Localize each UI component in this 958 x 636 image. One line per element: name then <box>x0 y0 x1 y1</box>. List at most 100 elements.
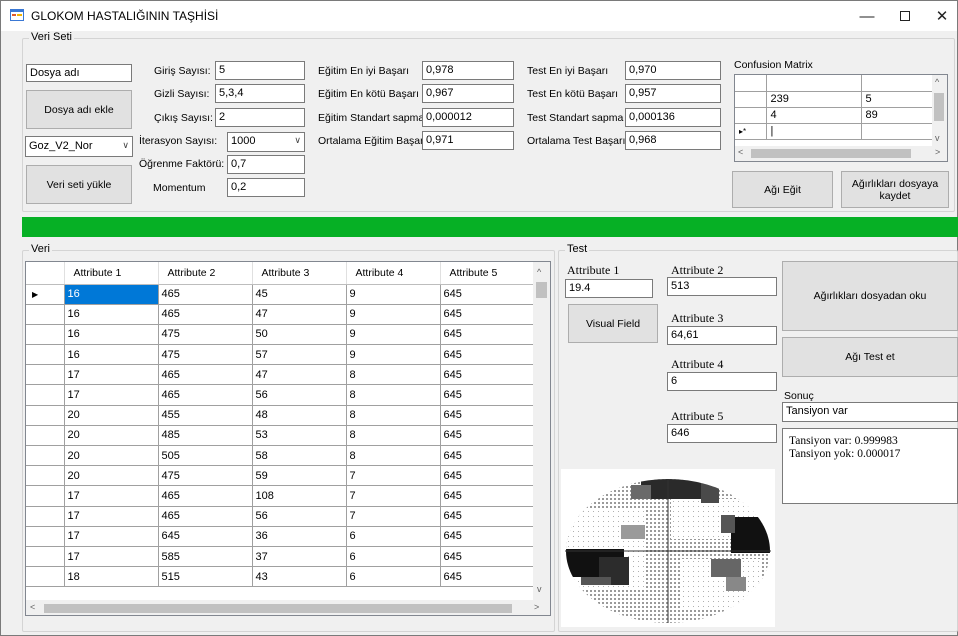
table-cell[interactable]: 9 <box>346 304 441 325</box>
table-cell[interactable]: 16 <box>64 344 159 366</box>
attr2-field[interactable]: 513 <box>667 277 777 296</box>
table-cell[interactable]: 475 <box>158 344 253 366</box>
column-header[interactable]: Attribute 2 <box>158 262 253 285</box>
table-cell[interactable]: 16 <box>64 284 159 305</box>
test-en-iyi-field[interactable]: 0,970 <box>625 61 721 80</box>
confusion-matrix-row[interactable] <box>735 75 935 92</box>
table-cell[interactable]: 20 <box>64 425 159 447</box>
close-button[interactable]: ✕ <box>925 1 958 31</box>
row-header[interactable] <box>26 546 65 568</box>
table-cell[interactable]: 17 <box>64 364 159 386</box>
table-row[interactable]: ▶ 16 465 45 9 645 <box>26 284 535 305</box>
dosya-adi-ekle-button[interactable]: Dosya adı ekle <box>26 90 132 129</box>
table-cell[interactable]: 50 <box>252 324 347 346</box>
row-header[interactable] <box>26 304 65 325</box>
table-cell[interactable]: 108 <box>252 485 347 507</box>
table-cell[interactable]: 8 <box>346 425 441 447</box>
table-cell[interactable]: 17 <box>64 384 159 406</box>
table-cell[interactable]: 56 <box>252 506 347 527</box>
confusion-matrix-row[interactable]: 239 5 <box>735 91 935 108</box>
confusion-matrix-row[interactable]: ▸* | <box>735 123 935 140</box>
confusion-cell[interactable]: 4 <box>766 107 862 124</box>
confusion-cell[interactable] <box>861 123 935 140</box>
table-cell[interactable]: 43 <box>252 566 347 588</box>
table-cell[interactable]: 59 <box>252 465 347 487</box>
table-cell[interactable]: 53 <box>252 425 347 447</box>
table-cell[interactable]: 465 <box>158 485 253 507</box>
gizli-field[interactable]: 5,3,4 <box>215 84 305 103</box>
row-header[interactable] <box>26 405 65 426</box>
table-row[interactable]: 20 485 53 8 645 <box>26 425 535 447</box>
table-cell[interactable]: 7 <box>346 506 441 527</box>
iterasyon-combo[interactable]: 1000 ∨ <box>227 132 305 152</box>
table-cell[interactable]: 645 <box>440 485 535 507</box>
table-cell[interactable]: 645 <box>440 324 535 346</box>
confusion-cell[interactable]: | <box>766 123 862 140</box>
attr5-field[interactable]: 646 <box>667 424 777 443</box>
agirliklari-kaydet-button[interactable]: Ağırlıkları dosyaya kaydet <box>841 171 949 208</box>
veri-seti-yukle-button[interactable]: Veri seti yükle <box>26 165 132 204</box>
table-cell[interactable]: 475 <box>158 324 253 346</box>
cikis-field[interactable]: 2 <box>215 108 305 127</box>
grid-vertical-thumb[interactable] <box>536 282 547 298</box>
table-cell[interactable]: 17 <box>64 485 159 507</box>
confusion-matrix-row[interactable]: 4 89 <box>735 107 935 124</box>
cm-horizontal-scrollbar[interactable]: < > <box>735 146 947 161</box>
agirliklari-oku-button[interactable]: Ağırlıkları dosyadan oku <box>782 261 958 331</box>
row-header[interactable] <box>26 364 65 386</box>
table-cell[interactable]: 47 <box>252 304 347 325</box>
table-cell[interactable]: 20 <box>64 405 159 426</box>
confusion-row-header[interactable] <box>735 107 767 124</box>
table-cell[interactable]: 57 <box>252 344 347 366</box>
table-cell[interactable]: 37 <box>252 546 347 568</box>
table-cell[interactable]: 645 <box>440 566 535 588</box>
table-row[interactable]: 16 475 50 9 645 <box>26 324 535 346</box>
table-cell[interactable]: 515 <box>158 566 253 588</box>
giris-field[interactable]: 5 <box>215 61 305 80</box>
row-header[interactable] <box>26 324 65 346</box>
agi-egit-button[interactable]: Ağı Eğit <box>732 171 833 208</box>
table-cell[interactable]: 6 <box>346 566 441 588</box>
table-cell[interactable]: 56 <box>252 384 347 406</box>
table-cell[interactable]: 6 <box>346 546 441 568</box>
agi-test-et-button[interactable]: Ağı Test et <box>782 337 958 377</box>
table-cell[interactable]: 645 <box>440 364 535 386</box>
row-header[interactable] <box>26 445 65 467</box>
row-header[interactable] <box>26 384 65 406</box>
table-cell[interactable]: 8 <box>346 364 441 386</box>
table-row[interactable]: 20 475 59 7 645 <box>26 465 535 487</box>
column-header[interactable]: Attribute 4 <box>346 262 441 285</box>
visual-field-button[interactable]: Visual Field <box>568 304 658 343</box>
table-cell[interactable]: 505 <box>158 445 253 467</box>
table-cell[interactable]: 58 <box>252 445 347 467</box>
table-cell[interactable]: 485 <box>158 425 253 447</box>
test-std-field[interactable]: 0,000136 <box>625 108 721 127</box>
table-cell[interactable]: 8 <box>346 405 441 426</box>
table-cell[interactable]: 9 <box>346 324 441 346</box>
table-row[interactable]: 16 475 57 9 645 <box>26 344 535 366</box>
test-en-kotu-field[interactable]: 0,957 <box>625 84 721 103</box>
confusion-cell[interactable] <box>766 75 862 92</box>
table-row[interactable]: 17 465 47 8 645 <box>26 364 535 386</box>
column-header[interactable]: Attribute 1 <box>64 262 159 285</box>
table-cell[interactable]: 465 <box>158 284 253 305</box>
ort-test-field[interactable]: 0,968 <box>625 131 721 150</box>
table-cell[interactable]: 475 <box>158 465 253 487</box>
table-cell[interactable]: 20 <box>64 445 159 467</box>
confusion-matrix-grid[interactable]: 239 5 4 89 ▸* | ^ v < > <box>734 74 948 162</box>
grid-horizontal-thumb[interactable] <box>44 604 512 613</box>
table-cell[interactable]: 645 <box>440 465 535 487</box>
column-header[interactable]: Attribute 3 <box>252 262 347 285</box>
grid-horizontal-scrollbar[interactable]: < > <box>26 600 550 615</box>
row-header[interactable] <box>26 425 65 447</box>
dataset-combo[interactable]: Goz_V2_Nor ∨ <box>25 136 133 157</box>
table-cell[interactable]: 8 <box>346 445 441 467</box>
cm-vertical-thumb[interactable] <box>934 93 944 121</box>
data-grid[interactable]: Attribute 1 Attribute 2 Attribute 3 Attribu… <box>25 261 551 616</box>
attr1-field[interactable]: 19.4 <box>565 279 653 298</box>
table-cell[interactable]: 645 <box>440 405 535 426</box>
table-cell[interactable]: 645 <box>440 506 535 527</box>
result-textbox[interactable]: Tansiyon var: 0.999983 Tansiyon yok: 0.0… <box>782 428 958 504</box>
table-cell[interactable]: 17 <box>64 526 159 547</box>
confusion-cell[interactable] <box>861 75 935 92</box>
